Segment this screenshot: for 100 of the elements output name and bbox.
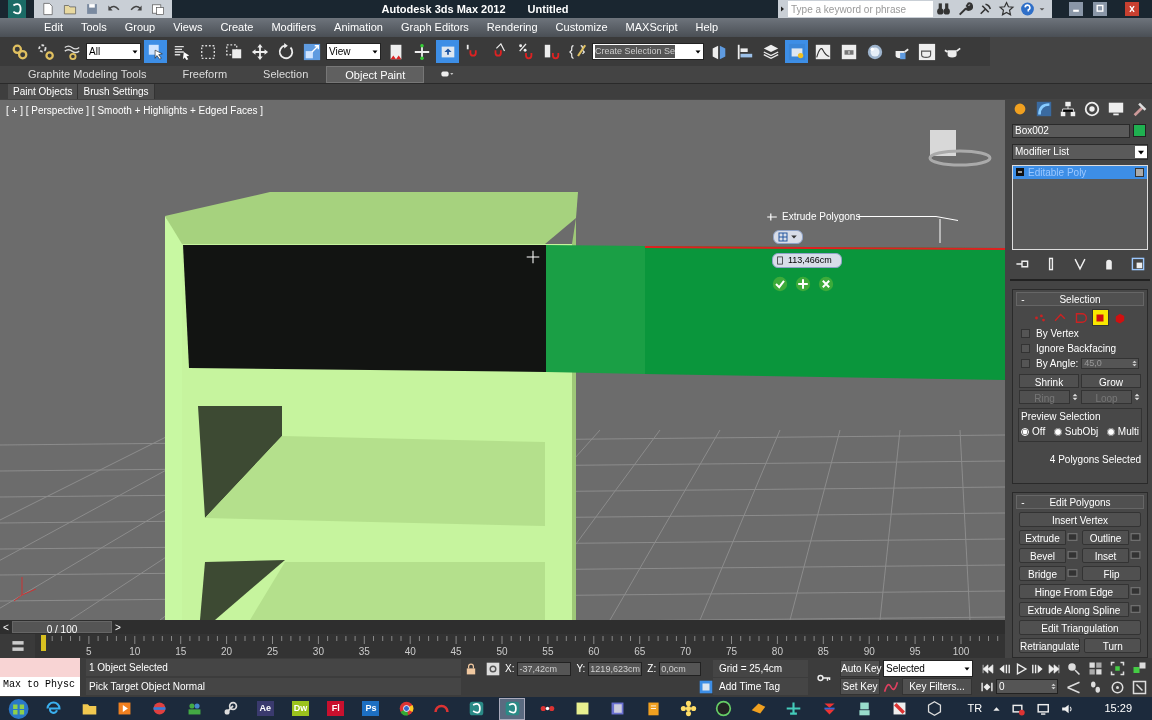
command-button[interactable]: Outline [1082, 530, 1129, 545]
frame-number: 25 [266, 645, 279, 659]
selection-status: 4 Polygons Selected [1048, 453, 1142, 467]
command-button[interactable]: Bridge [1019, 566, 1066, 581]
menu-item[interactable]: Rendering [478, 19, 546, 36]
caddy-value-field[interactable]: 113,466cm [772, 253, 842, 268]
rollout-header[interactable]: - Edit Polygons [1016, 495, 1144, 509]
coordinate-field[interactable]: 0,0cm [659, 661, 702, 676]
command-button[interactable]: Inset [1082, 548, 1129, 563]
ribbon-tab[interactable]: Object Paint [326, 66, 425, 83]
command-button[interactable]: Edit Triangulation [1019, 620, 1141, 635]
field-value: 45,0 [1083, 356, 1103, 370]
frame-number: 30 [312, 645, 324, 659]
time-slider[interactable]: < 0 / 100 > [0, 620, 1005, 634]
ribbon-tab[interactable]: Graphite Modeling Tools [10, 66, 165, 83]
viewport-label[interactable]: [ + ] [ Perspective ] [ Smooth + Highlights + Edged Faces ] [6, 103, 264, 118]
checkbox-label: By Vertex [1036, 327, 1079, 341]
frame-number: 10 [129, 645, 141, 659]
track-bar[interactable]: 5 10 15 20 25 30 35 40 45 50 55 60 65 70 75 80 85 90 95 100 [35, 634, 1005, 658]
object-name-field[interactable]: Box002 [1012, 123, 1130, 138]
frame-number: 40 [404, 645, 416, 659]
menu-item[interactable]: Modifiers [263, 19, 325, 36]
ribbon-panel-tab[interactable]: Paint Objects [8, 84, 79, 99]
dropdown-value: Selected [886, 662, 925, 676]
frame-number: 90 [863, 645, 875, 659]
reference-coordinate-dropdown[interactable]: View [326, 43, 381, 60]
named-selection-dropdown[interactable]: Create Selection Se [592, 43, 704, 60]
axis-label: X: [505, 662, 515, 676]
menu-item[interactable]: Views [165, 19, 211, 36]
frame-number: 55 [542, 645, 554, 659]
selection-filter-dropdown[interactable]: All [86, 43, 141, 60]
frame-number: 95 [909, 645, 921, 659]
frame-number: 50 [496, 645, 508, 659]
command-button[interactable]: Flip [1082, 566, 1141, 581]
command-button[interactable]: Grow [1081, 374, 1141, 388]
radio-label: SubObj [1064, 425, 1099, 439]
ribbon-panel-tab[interactable]: Brush Settings [78, 84, 155, 99]
group-title: Preview Selection [1021, 410, 1102, 424]
time-slider-thumb[interactable]: 0 / 100 [12, 621, 112, 633]
ribbon-tab[interactable]: Freeform [164, 66, 246, 83]
frame-number: 45 [450, 645, 462, 659]
command-button[interactable]: Bevel [1019, 548, 1066, 563]
frame-number: 20 [221, 645, 233, 659]
frame-number: 75 [725, 645, 738, 659]
clock[interactable]: 15:29 [1104, 700, 1132, 717]
frame-number: 65 [634, 645, 646, 659]
frame-number: 15 [175, 645, 187, 659]
current-frame-field[interactable]: 0 [996, 679, 1058, 694]
command-button[interactable]: Extrude Along Spline [1019, 602, 1129, 617]
frame-number: 60 [588, 645, 600, 659]
command-button[interactable]: Extrude [1019, 530, 1066, 545]
command-button[interactable]: Hinge From Edge [1019, 584, 1129, 599]
key-filters-button[interactable]: Key Filters... [902, 678, 972, 695]
grid-size-label: Grid = 25,4cm [713, 660, 808, 677]
menu-item[interactable]: Animation [326, 19, 391, 36]
dropdown-value: Modifier List [1015, 145, 1069, 160]
maxscript-output[interactable]: Max to Physc [0, 677, 80, 696]
menu-item[interactable]: MAXScript [617, 19, 686, 36]
auto-key-button[interactable]: Auto Key [840, 660, 880, 677]
menu-item[interactable]: Edit [36, 19, 71, 36]
radio-label: Multi [1117, 425, 1139, 439]
app-tile: Dw [292, 701, 309, 716]
command-button[interactable]: Shrink [1019, 374, 1079, 388]
command-button[interactable]: Turn [1084, 638, 1141, 653]
document-title: Untitled [527, 1, 569, 17]
command-button[interactable]: Retriangulate [1019, 638, 1081, 653]
coordinate-field[interactable]: -37,42cm [517, 661, 572, 676]
menu-item[interactable]: Tools [72, 19, 115, 36]
menu-item[interactable]: Group [116, 19, 164, 36]
dropdown-value: View [329, 45, 351, 59]
checkbox-label: Ignore Backfacing [1036, 342, 1117, 356]
coordinate-field[interactable]: 1219,623cm [588, 661, 643, 676]
frame-number: 80 [771, 645, 783, 659]
next-frame-button[interactable]: > [112, 620, 124, 634]
collapse-sign[interactable]: - [1017, 494, 1029, 510]
modifier-name: Editable Poly [1028, 165, 1088, 180]
menu-item[interactable]: Graph Editors [392, 19, 477, 36]
collapse-sign[interactable]: - [1017, 291, 1029, 307]
key-mode-dropdown[interactable]: Selected [883, 660, 973, 677]
frame-number: 100 [952, 645, 970, 659]
field-value: 0 [998, 680, 1006, 694]
add-time-tag-button[interactable]: Add Time Tag [713, 678, 808, 695]
frame-number: 70 [680, 645, 692, 659]
frame-number: 85 [817, 645, 829, 659]
rollout-header[interactable]: - Selection [1016, 292, 1144, 306]
caddy-title: Extrude Polygons [782, 210, 861, 224]
command-button[interactable]: Insert Vertex [1019, 512, 1141, 527]
dropdown-value: Create Selection Se [595, 44, 676, 59]
ribbon-tab[interactable]: Selection [245, 66, 327, 83]
search-field[interactable]: Type a keyword or phrase [788, 1, 933, 17]
checkbox-label: By Angle: [1035, 357, 1079, 371]
menu-item[interactable]: Customize [547, 19, 616, 36]
set-key-button[interactable]: Set Key [840, 678, 880, 695]
window-title: Autodesk 3ds Max 2012 [381, 1, 506, 17]
language-indicator[interactable]: TR [967, 700, 983, 717]
modifier-list-dropdown[interactable]: Modifier List [1012, 143, 1148, 160]
menu-item[interactable]: Help [687, 19, 727, 36]
radio-label: Off [1032, 425, 1046, 439]
previous-frame-button[interactable]: < [0, 620, 12, 634]
menu-item[interactable]: Create [212, 19, 262, 36]
